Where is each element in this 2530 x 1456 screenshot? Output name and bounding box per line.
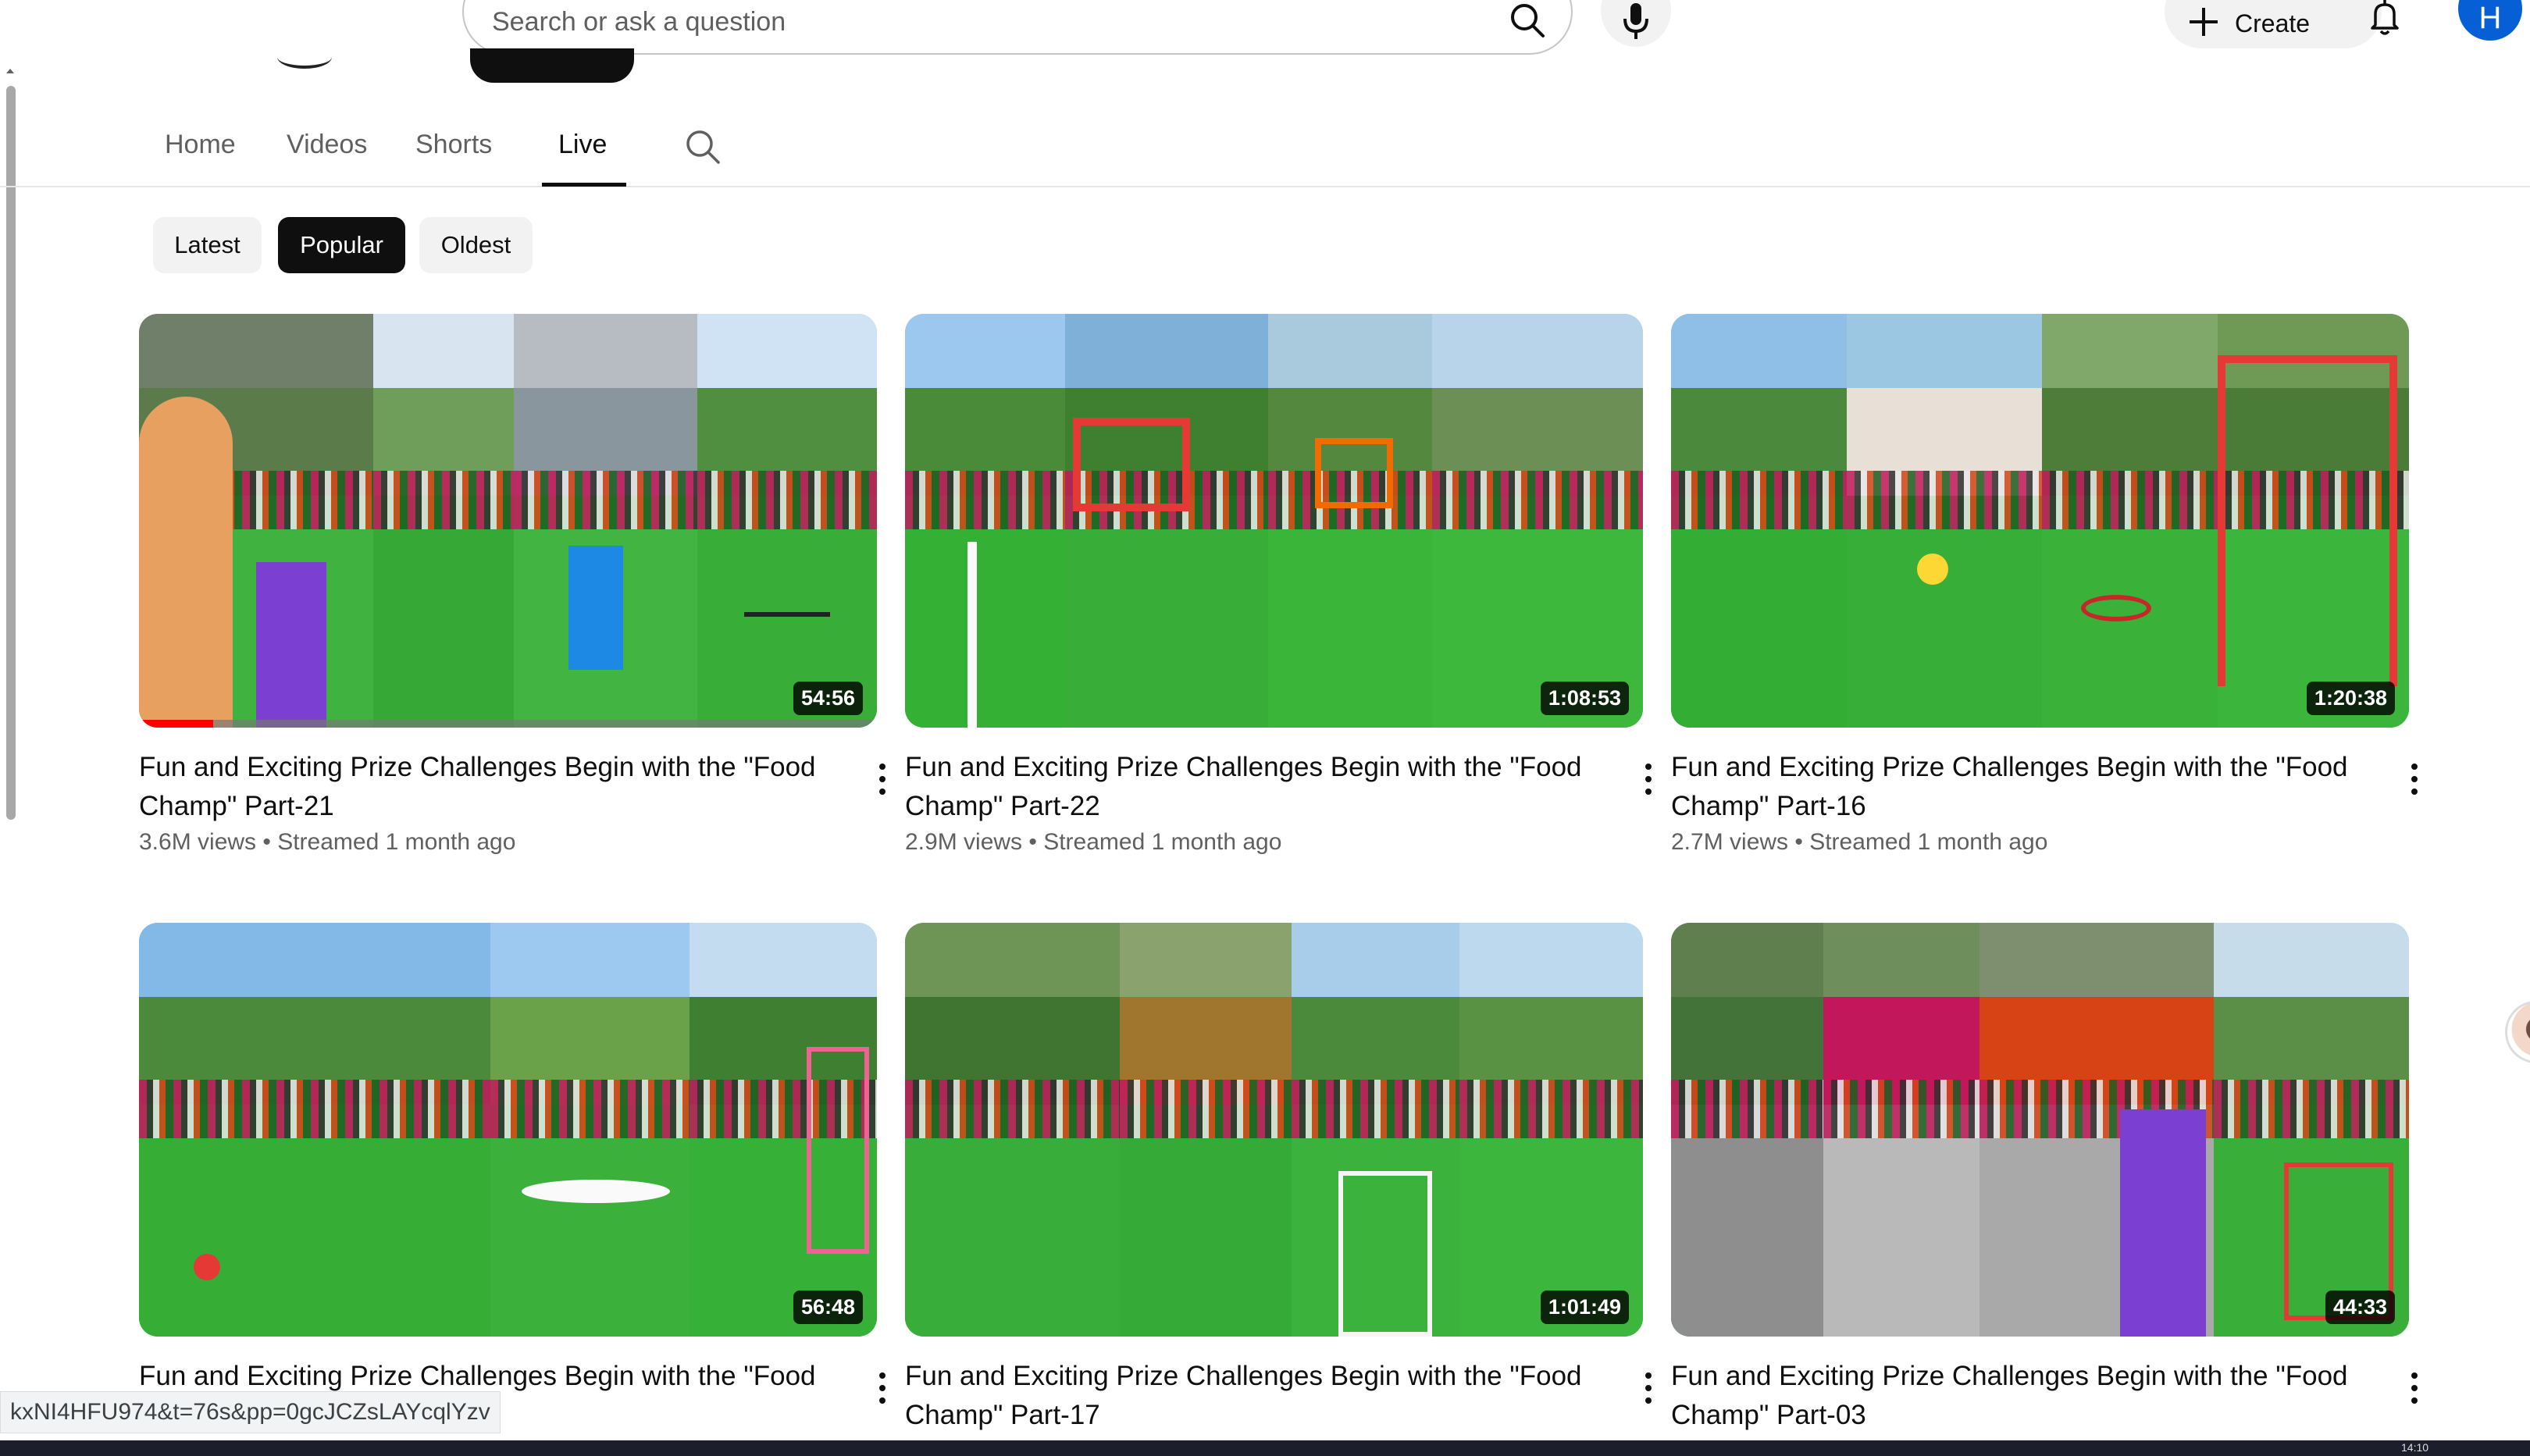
channel-search-button[interactable] [682, 126, 723, 171]
topic-chip-fragment[interactable] [470, 48, 634, 83]
video-title[interactable]: Fun and Exciting Prize Challenges Begin … [905, 1357, 1584, 1435]
video-thumbnail[interactable]: 1:08:53 [905, 314, 1643, 728]
more-actions-button[interactable] [2397, 757, 2432, 804]
tab-videos[interactable]: Videos [287, 130, 367, 175]
video-card[interactable]: 1:01:49 Fun and Exciting Prize Challenge… [905, 923, 1652, 1430]
search-button[interactable] [1507, 0, 1548, 41]
tab-live[interactable]: Live [558, 130, 607, 175]
os-taskbar [0, 1440, 2530, 1456]
channel-logo-fragment [277, 45, 332, 69]
video-card[interactable]: 1:20:38 Fun and Exciting Prize Challenge… [1671, 314, 2418, 855]
video-card[interactable]: 44:33 Fun and Exciting Prize Challenges … [1671, 923, 2418, 1430]
active-tab-indicator [542, 183, 626, 187]
notifications-button[interactable] [2364, 0, 2405, 41]
more-actions-button[interactable] [865, 1366, 900, 1413]
plus-icon [2190, 8, 2218, 36]
link-status-url: kxNI4HFU974&t=76s&pp=0gcJCZsLAYcqlYzv [0, 1391, 501, 1433]
search-icon [1511, 4, 1545, 37]
create-button[interactable]: Create [2165, 0, 2382, 48]
search-box[interactable] [462, 0, 1573, 55]
video-thumbnail[interactable]: 56:48 [139, 923, 877, 1337]
scroll-up-arrow[interactable] [6, 69, 14, 73]
youtube-channel-live-page: Create H Home Videos Shorts Live Latest [0, 0, 2530, 1456]
account-avatar[interactable]: H [2458, 0, 2522, 41]
floating-profile-avatar[interactable] [2505, 1001, 2530, 1063]
video-thumbnail[interactable]: 54:56 [139, 314, 877, 728]
video-title[interactable]: Fun and Exciting Prize Challenges Begin … [139, 748, 818, 826]
filter-chip-latest[interactable]: Latest [153, 217, 262, 273]
taskbar-clock: 14:10 [2401, 1441, 2429, 1454]
tab-shorts[interactable]: Shorts [415, 130, 492, 175]
more-actions-button[interactable] [1631, 1366, 1666, 1413]
video-meta: 2.9M views • Streamed 1 month ago [905, 829, 1282, 855]
video-thumbnail[interactable]: 1:20:38 [1671, 314, 2409, 728]
filter-chip-popular[interactable]: Popular [278, 217, 405, 273]
video-title[interactable]: Fun and Exciting Prize Challenges Begin … [905, 748, 1584, 826]
video-title[interactable]: Fun and Exciting Prize Challenges Begin … [1671, 1357, 2350, 1435]
create-label: Create [2235, 9, 2311, 37]
more-actions-button[interactable] [2397, 1366, 2432, 1413]
scrollbar-thumb[interactable] [6, 86, 16, 820]
bell-icon [2371, 0, 2399, 35]
video-card[interactable]: 56:48 Fun and Exciting Prize Challenges … [139, 923, 886, 1430]
more-actions-button[interactable] [865, 757, 900, 804]
watch-progress-fill [139, 720, 213, 728]
more-actions-button[interactable] [1631, 757, 1666, 804]
video-duration: 1:08:53 [1540, 682, 1629, 715]
video-duration: 44:33 [2325, 1290, 2395, 1324]
video-card[interactable]: 1:08:53 Fun and Exciting Prize Challenge… [905, 314, 1652, 855]
video-meta: 2.7M views • Streamed 1 month ago [1671, 829, 2048, 855]
video-duration: 1:20:38 [2306, 682, 2395, 715]
watch-progress-bar [139, 720, 877, 728]
video-meta: 3.6M views • Streamed 1 month ago [139, 829, 516, 855]
video-thumbnail[interactable]: 1:01:49 [905, 923, 1643, 1337]
filter-chip-oldest[interactable]: Oldest [419, 217, 533, 273]
voice-search-button[interactable] [1601, 0, 1671, 47]
channel-tabs: Home Videos Shorts Live [0, 117, 2530, 187]
video-thumbnail[interactable]: 44:33 [1671, 923, 2409, 1337]
video-duration: 54:56 [793, 682, 863, 715]
video-duration: 56:48 [793, 1290, 863, 1324]
video-duration: 1:01:49 [1540, 1290, 1629, 1324]
search-icon [686, 130, 720, 164]
video-card[interactable]: 54:56 Fun and Exciting Prize Challenges … [139, 314, 886, 855]
tab-home[interactable]: Home [165, 130, 236, 175]
microphone-icon [1623, 3, 1648, 39]
search-input[interactable] [492, 3, 1429, 41]
video-title[interactable]: Fun and Exciting Prize Challenges Begin … [1671, 748, 2350, 826]
masthead: Create H [0, 0, 2530, 83]
